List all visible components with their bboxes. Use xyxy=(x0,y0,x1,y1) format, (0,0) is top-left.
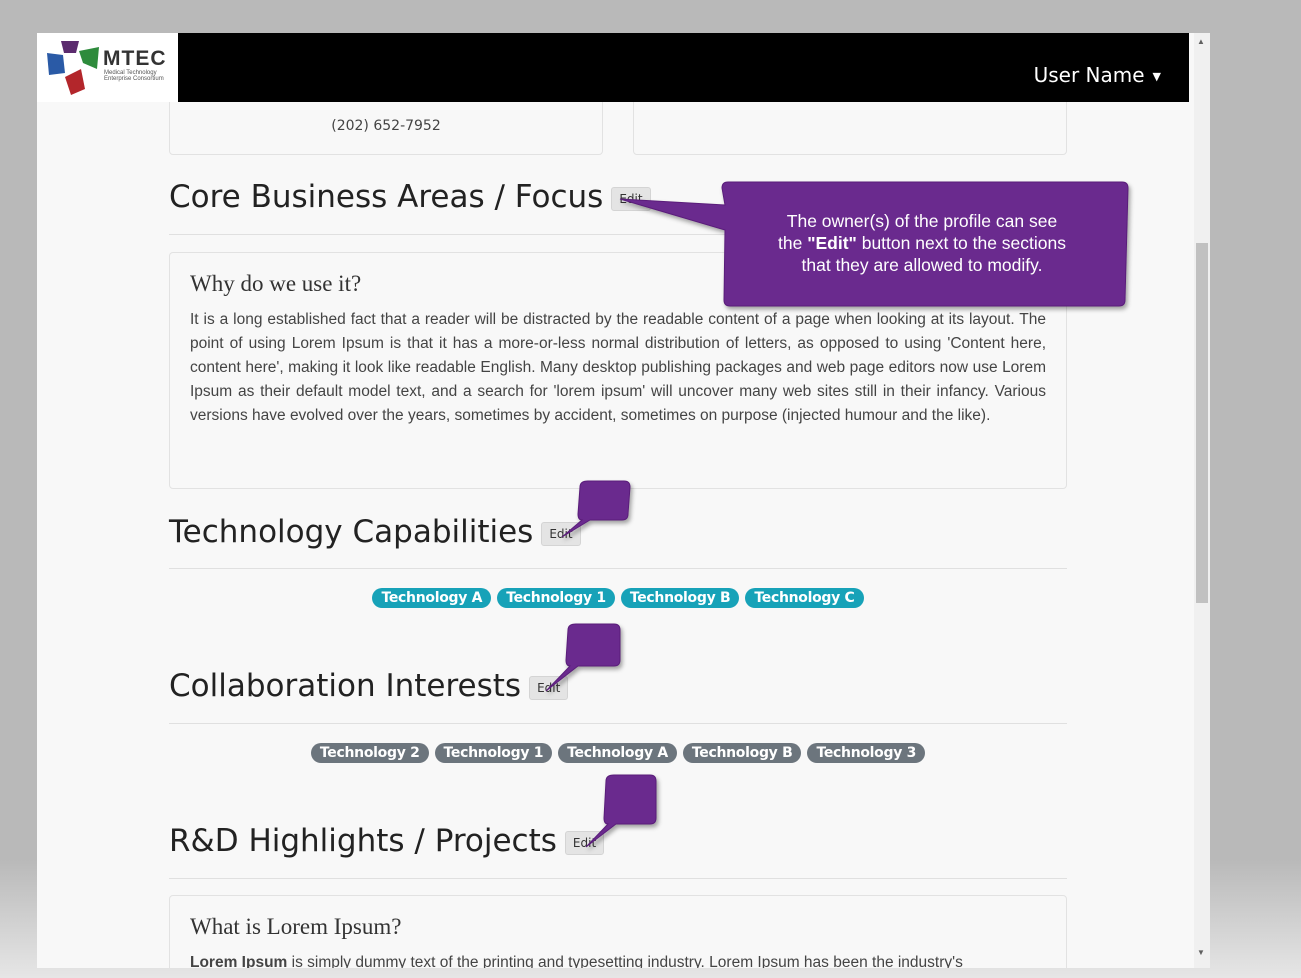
mtec-logo[interactable]: MTEC Medical Technology Enterprise Conso… xyxy=(37,33,178,102)
core-business-heading: Core Business Areas / Focus Edit xyxy=(169,179,651,215)
scrollbar-thumb[interactable] xyxy=(1196,243,1208,603)
tag-technology-2[interactable]: Technology 2 xyxy=(310,743,429,763)
top-navbar: MTEC Medical Technology Enterprise Conso… xyxy=(37,33,1189,102)
tech-capabilities-title: Technology Capabilities xyxy=(169,514,534,550)
callout-line-1: The owner(s) of the profile can see xyxy=(786,211,1058,231)
contact-card-empty xyxy=(633,102,1067,155)
collaboration-tags: Technology 2 Technology 1 Technology A Tech… xyxy=(169,743,1067,763)
card-text: It is a long established fact that a rea… xyxy=(190,311,1046,424)
card-text-rest: is simply dummy text of the printing and… xyxy=(287,954,963,968)
collaboration-edit-button[interactable]: Edit xyxy=(529,675,569,700)
card-heading: Why do we use it? xyxy=(190,271,362,296)
scrollbar[interactable]: ▲ ▼ xyxy=(1194,33,1210,968)
tag-technology-1[interactable]: Technology 1 xyxy=(497,588,615,608)
tech-capabilities-edit-button[interactable]: Edit xyxy=(541,521,581,546)
scroll-up-arrow-icon[interactable]: ▲ xyxy=(1197,37,1205,46)
user-menu[interactable]: User Name ▼ xyxy=(1034,63,1161,87)
logo-title: MTEC xyxy=(103,47,167,70)
tech-capabilities-heading: Technology Capabilities Edit xyxy=(169,514,581,550)
core-business-card: Why do we use it? It is a long establish… xyxy=(169,252,1067,489)
rd-highlights-edit-button[interactable]: Edit xyxy=(564,830,605,855)
tag-technology-b[interactable]: Technology B xyxy=(682,743,802,763)
collaboration-title: Collaboration Interests xyxy=(169,668,522,704)
callout-text: The owner(s) of the profile can see the … xyxy=(732,210,1112,276)
tag-technology-1[interactable]: Technology 1 xyxy=(434,743,553,763)
user-name: User Name xyxy=(1033,63,1145,87)
divider xyxy=(169,568,1067,569)
tag-technology-a[interactable]: Technology A xyxy=(372,588,492,608)
caret-down-icon: ▼ xyxy=(1152,70,1161,83)
phone-number: (202) 652-7952 xyxy=(331,118,441,134)
card-heading: What is Lorem Ipsum? xyxy=(190,914,402,939)
tech-capabilities-tags: Technology A Technology 1 Technology B Tech… xyxy=(169,588,1067,608)
core-business-edit-button[interactable]: Edit xyxy=(611,186,651,211)
card-text: Lorem Ipsum is simply dummy text of the … xyxy=(190,951,1046,968)
divider xyxy=(169,878,1067,879)
phone-card: (202) 652-7952 xyxy=(169,102,603,155)
tag-technology-c[interactable]: Technology C xyxy=(745,588,864,608)
tag-technology-b[interactable]: Technology B xyxy=(620,588,740,608)
mtec-logo-icon xyxy=(47,41,99,95)
scroll-down-arrow-icon[interactable]: ▼ xyxy=(1197,948,1205,957)
collaboration-heading: Collaboration Interests Edit xyxy=(169,668,569,704)
callout-line-3: that they are allowed to modify. xyxy=(801,255,1043,275)
tag-technology-3[interactable]: Technology 3 xyxy=(807,743,926,763)
callout-line-2: the "Edit" button next to the sections xyxy=(777,233,1067,253)
browser-window: (202) 652-7952 Core Business Areas / Foc… xyxy=(37,33,1210,968)
card-text-bold: Lorem Ipsum xyxy=(190,954,288,968)
tag-technology-a[interactable]: Technology A xyxy=(558,743,677,763)
logo-subtitle: Medical Technology Enterprise Consortium xyxy=(104,70,164,82)
divider xyxy=(169,723,1067,724)
core-business-title: Core Business Areas / Focus xyxy=(169,179,604,215)
rd-highlights-title: R&D Highlights / Projects xyxy=(169,823,557,859)
rd-highlights-card: What is Lorem Ipsum? Lorem Ipsum is simp… xyxy=(169,895,1067,968)
rd-highlights-heading: R&D Highlights / Projects Edit xyxy=(169,823,605,859)
